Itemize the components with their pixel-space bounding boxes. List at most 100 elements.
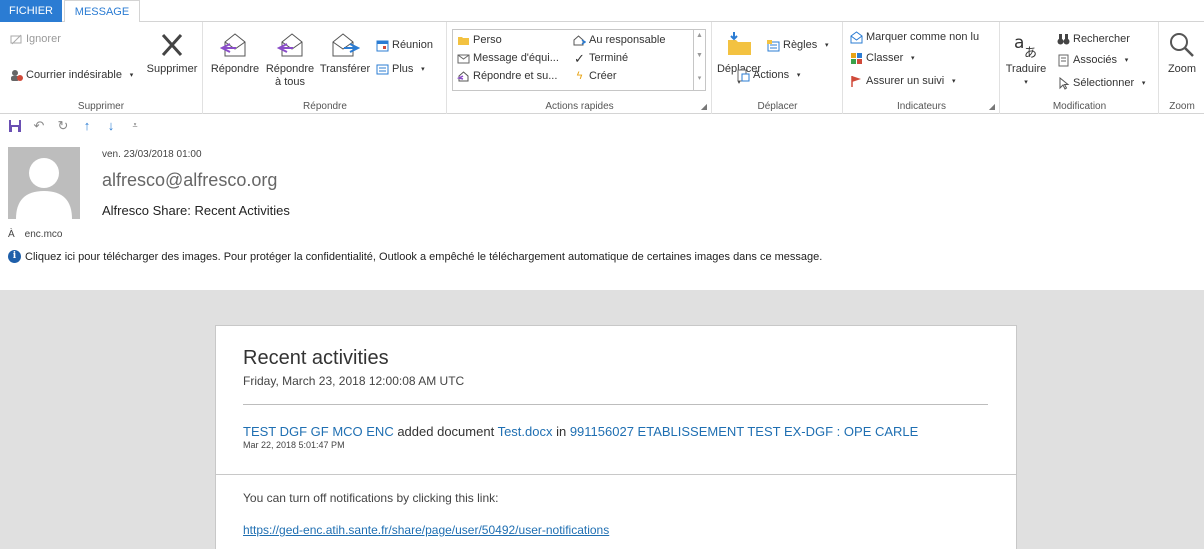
message-subject: Alfresco Share: Recent Activities: [102, 203, 290, 218]
forward-envelope-icon: [573, 34, 587, 47]
quick-step-team-msg[interactable]: Message d'équi...: [457, 51, 559, 65]
meeting-label: Réunion: [392, 39, 433, 51]
find-button[interactable]: Rechercher: [1057, 32, 1130, 46]
actions-button[interactable]: Actions ▾: [737, 68, 805, 82]
group-move: Déplacer ▾ Règles ▾ Actions ▾ Déplacer: [713, 22, 843, 114]
redo-icon[interactable]: ↻: [56, 119, 70, 133]
move-folder-icon: [728, 32, 751, 55]
activity-verb: added document: [393, 424, 498, 439]
delete-button[interactable]: Supprimer: [144, 30, 200, 76]
dialog-launcher-icon[interactable]: ◢: [989, 102, 995, 111]
mark-unread-label: Marquer comme non lu: [866, 31, 980, 43]
junk-mail-icon: [10, 69, 23, 82]
expand-gallery-icon[interactable]: ▾: [694, 74, 705, 82]
card-title: Recent activities: [243, 347, 389, 369]
group-label-tags: Indicateurs: [897, 101, 946, 112]
group-label-quick-steps: Actions rapides: [545, 101, 614, 112]
reply-delete-icon: [456, 70, 470, 83]
rules-icon: [767, 39, 780, 52]
tab-message[interactable]: MESSAGE: [64, 0, 140, 23]
download-images-bar[interactable]: i Cliquez ici pour télécharger des image…: [8, 250, 822, 263]
activity-time: Mar 22, 2018 5:01:47 PM: [243, 440, 345, 450]
notification-link[interactable]: https://ged-enc.atih.sante.fr/share/page…: [243, 523, 609, 537]
mark-unread-button[interactable]: Marquer comme non lu: [850, 30, 979, 44]
divider: [243, 404, 988, 405]
reply-all-label-2: à tous: [275, 76, 305, 88]
categorize-icon: [850, 52, 863, 65]
divider: [216, 474, 1016, 475]
flag-icon: [850, 75, 863, 88]
categorize-label: Classer: [866, 52, 904, 64]
activity-card: Recent activities Friday, March 23, 2018…: [215, 325, 1017, 549]
quick-step-reply-delete[interactable]: Répondre et su...: [456, 69, 558, 83]
select-button[interactable]: Sélectionner ▾: [1057, 76, 1150, 90]
related-icon: [1057, 54, 1070, 67]
activity-user-link[interactable]: TEST DGF GF MCO ENC: [243, 424, 394, 439]
quick-step-create[interactable]: ϟ Créer: [573, 69, 617, 83]
next-item-icon[interactable]: ↓: [104, 119, 118, 133]
quick-step-done-label: Terminé: [589, 52, 629, 64]
reply-all-label-1: Répondre: [265, 63, 315, 75]
customize-toolbar-icon[interactable]: ⩡: [128, 119, 142, 133]
activity-site-link[interactable]: 991156027 ETABLISSEMENT TEST EX-DGF : OP…: [570, 424, 919, 439]
more-label: Plus: [392, 63, 414, 75]
activity-line: TEST DGF GF MCO ENC added document Test.…: [243, 424, 918, 439]
group-editing: aあ Traduire ▾ Rechercher Associés ▾ Séle…: [1001, 22, 1159, 114]
binoculars-icon: [1057, 33, 1070, 46]
chevron-down-icon: ▾: [1124, 56, 1129, 64]
group-respond: Répondre Répondre à tous Transférer Réun…: [204, 22, 447, 114]
follow-up-label: Assurer un suivi: [866, 75, 945, 87]
save-icon[interactable]: [8, 119, 22, 133]
select-label: Sélectionner: [1073, 77, 1135, 89]
related-button[interactable]: Associés ▾: [1057, 53, 1133, 67]
reply-all-button[interactable]: Répondre à tous: [262, 30, 318, 89]
download-images-text: Cliquez ici pour télécharger des images.…: [25, 250, 823, 263]
more-respond-button[interactable]: Plus ▾: [376, 62, 429, 76]
more-icon: [376, 63, 389, 76]
tab-file[interactable]: FICHIER: [0, 0, 62, 22]
quick-step-to-manager-label: Au responsable: [589, 34, 666, 46]
ignore-button[interactable]: Ignorer: [10, 32, 61, 46]
scroll-up-icon[interactable]: ▲: [694, 32, 705, 39]
checkmark-icon: ✓: [574, 50, 585, 66]
forward-button[interactable]: Transférer: [316, 30, 374, 76]
chevron-down-icon: ▾: [129, 71, 134, 79]
categorize-button[interactable]: Classer ▾: [850, 51, 919, 65]
info-icon: i: [8, 250, 21, 263]
ignore-icon: [10, 33, 23, 46]
activity-document-link[interactable]: Test.docx: [498, 424, 553, 439]
junk-mail-button[interactable]: Courrier indésirable ▾: [10, 68, 138, 82]
reply-icon: [220, 33, 246, 57]
rules-button[interactable]: Règles ▾: [767, 38, 833, 52]
message-sender[interactable]: alfresco@alfresco.org: [102, 170, 277, 191]
quick-step-to-manager[interactable]: Au responsable: [573, 33, 665, 47]
delete-x-icon: [161, 33, 183, 57]
previous-item-icon[interactable]: ↑: [80, 119, 94, 133]
group-delete: Ignorer Courrier indésirable ▾ Supprimer…: [0, 22, 203, 114]
quick-step-reply-delete-label: Répondre et su...: [473, 70, 558, 82]
undo-icon[interactable]: ↶: [32, 119, 46, 133]
recipient[interactable]: enc.mco: [25, 229, 63, 240]
quick-steps-scrollbar[interactable]: ▲ ▼ ▾: [693, 30, 705, 90]
magnifier-icon: [1170, 33, 1194, 57]
to-label: À: [8, 229, 15, 240]
chevron-down-icon: ▾: [421, 65, 425, 73]
quick-step-done[interactable]: ✓ Terminé: [573, 51, 628, 65]
quick-step-perso-label: Perso: [473, 34, 502, 46]
group-tags: Marquer comme non lu Classer ▾ Assurer u…: [844, 22, 1000, 114]
forward-icon: [332, 33, 360, 57]
chevron-down-icon: ▾: [824, 41, 829, 49]
translate-button[interactable]: aあ Traduire ▾: [1003, 30, 1049, 89]
meeting-button[interactable]: Réunion: [376, 38, 433, 52]
follow-up-button[interactable]: Assurer un suivi ▾: [850, 74, 960, 88]
zoom-button[interactable]: Zoom: [1162, 30, 1202, 76]
forward-label: Transférer: [319, 63, 371, 75]
reply-button[interactable]: Répondre: [208, 30, 262, 76]
quick-step-perso[interactable]: Perso: [457, 33, 502, 47]
svg-text:あ: あ: [1024, 46, 1037, 60]
dialog-launcher-icon[interactable]: ◢: [701, 102, 707, 111]
ribbon-tabs: FICHIER MESSAGE: [0, 0, 1204, 23]
scroll-down-icon[interactable]: ▼: [694, 52, 705, 59]
ribbon: Ignorer Courrier indésirable ▾ Supprimer…: [0, 22, 1204, 114]
calendar-icon: [376, 39, 389, 52]
